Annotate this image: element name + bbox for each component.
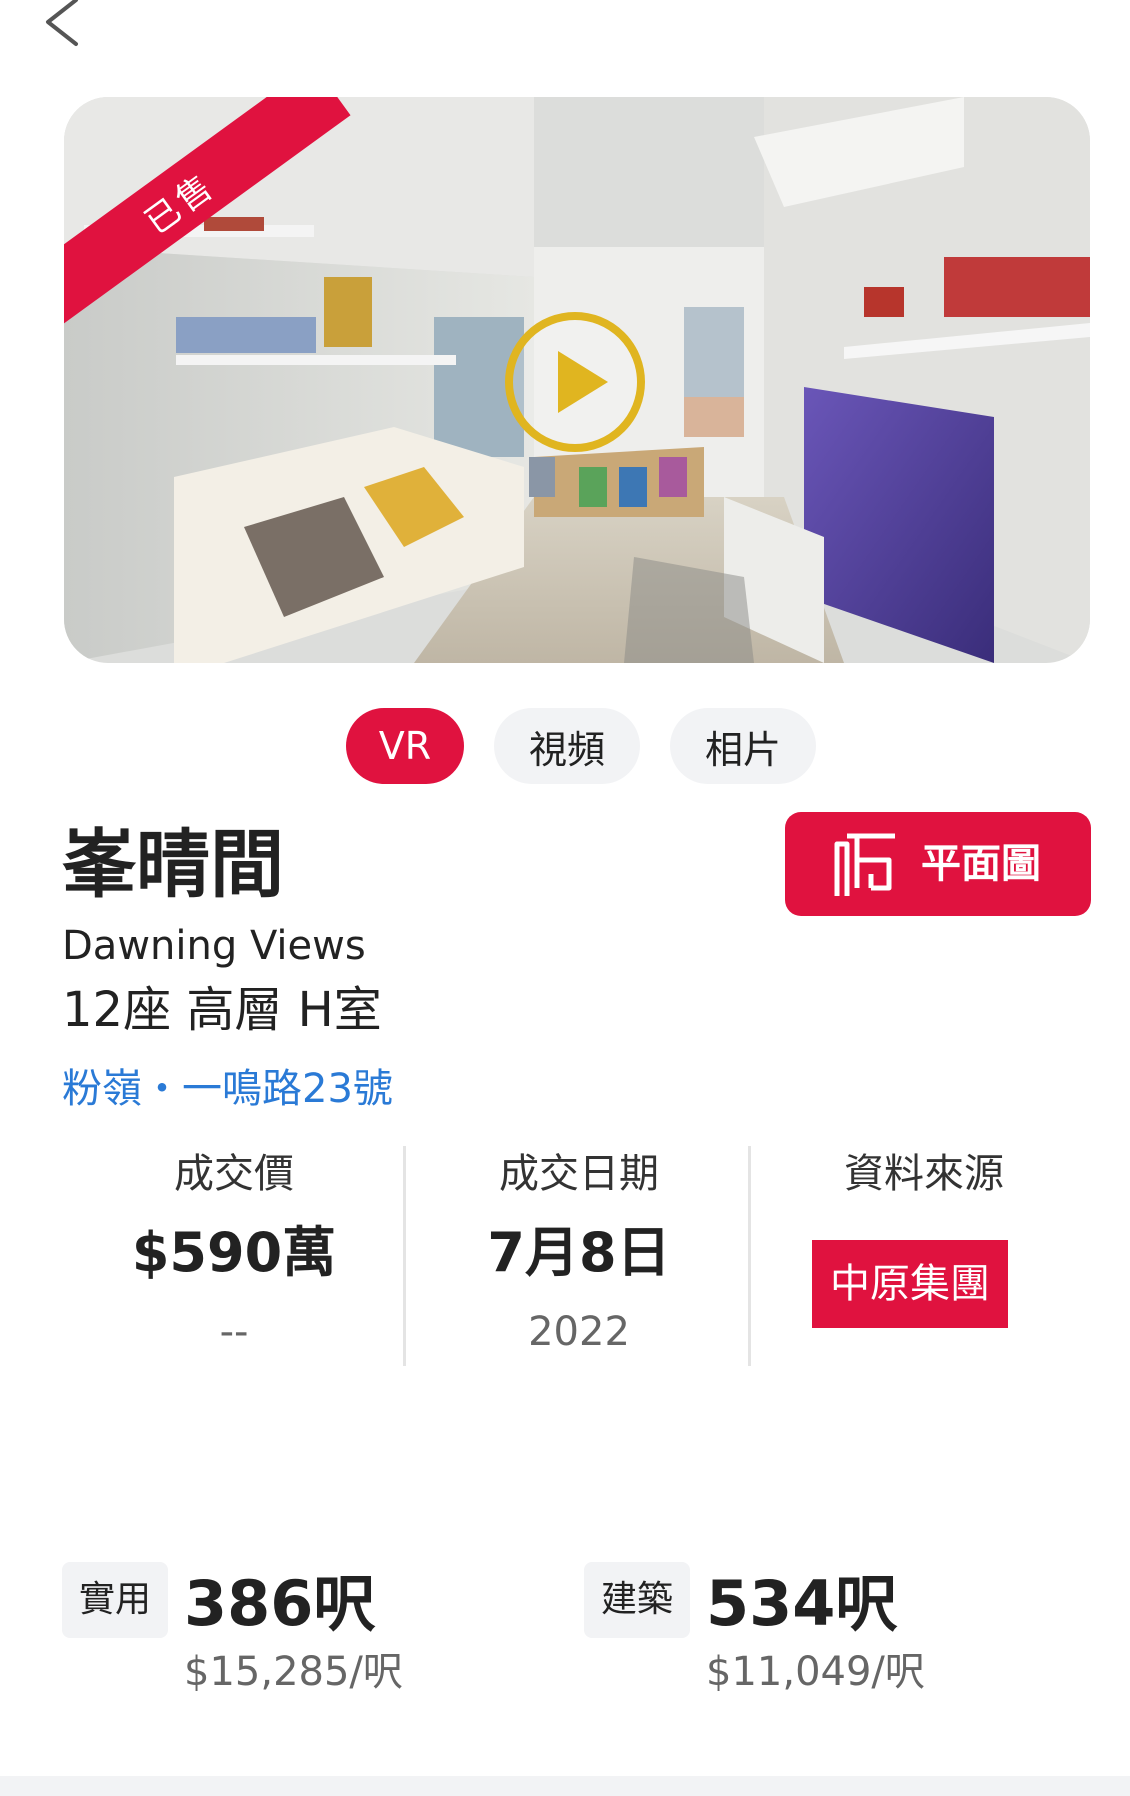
price-label: 成交價 — [174, 1151, 294, 1197]
stat-date: 成交日期 7月8日 2022 — [407, 1146, 751, 1366]
tab-photos[interactable]: 相片 — [670, 708, 816, 784]
date-label: 成交日期 — [499, 1151, 659, 1197]
date-year: 2022 — [528, 1309, 630, 1355]
chevron-left-icon — [46, 0, 78, 46]
unit-info: 12座 高層 H室 — [62, 982, 382, 1038]
play-button[interactable] — [500, 307, 650, 457]
divider — [748, 1146, 751, 1366]
address-link[interactable]: 粉嶺・一鳴路23號 — [62, 1062, 393, 1116]
play-icon — [505, 312, 645, 452]
saleable-tag: 實用 — [62, 1562, 168, 1638]
property-name: 峯晴間 — [62, 822, 284, 908]
back-button[interactable] — [38, 0, 88, 52]
saleable-unit-price: $15,285/呎 — [184, 1649, 403, 1695]
property-name-en: Dawning Views — [62, 923, 366, 969]
floorplan-label: 平面圖 — [921, 841, 1041, 887]
saleable-value: 386呎 — [184, 1567, 376, 1640]
stat-source: 資料來源 中原集團 — [752, 1146, 1096, 1366]
tab-vr[interactable]: VR — [346, 708, 464, 784]
listing-photo[interactable]: 已售 — [64, 97, 1090, 663]
source-label: 資料來源 — [844, 1151, 1004, 1197]
tab-video[interactable]: 視頻 — [494, 708, 640, 784]
price-value: $590萬 — [131, 1221, 337, 1284]
floorplan-button[interactable]: 平面圖 — [785, 812, 1091, 916]
gross-unit-price: $11,049/呎 — [706, 1649, 925, 1695]
saleable-area: 實用 386呎 $15,285/呎 — [62, 1562, 502, 1695]
section-divider — [0, 1776, 1130, 1796]
gross-area: 建築 534呎 $11,049/呎 — [584, 1562, 1024, 1695]
divider — [403, 1146, 406, 1366]
date-value: 7月8日 — [487, 1221, 671, 1284]
gross-value: 534呎 — [706, 1567, 898, 1640]
floorplan-icon — [834, 833, 895, 896]
media-tabs: VR 視頻 相片 — [0, 708, 1130, 784]
source-badge[interactable]: 中原集團 — [812, 1240, 1008, 1328]
stat-price: 成交價 $590萬 -- — [62, 1146, 406, 1366]
gross-tag: 建築 — [584, 1562, 690, 1638]
transaction-stats: 成交價 $590萬 -- 成交日期 7月8日 2022 資料來源 中原集團 — [0, 1146, 1130, 1366]
price-change: -- — [219, 1309, 249, 1355]
